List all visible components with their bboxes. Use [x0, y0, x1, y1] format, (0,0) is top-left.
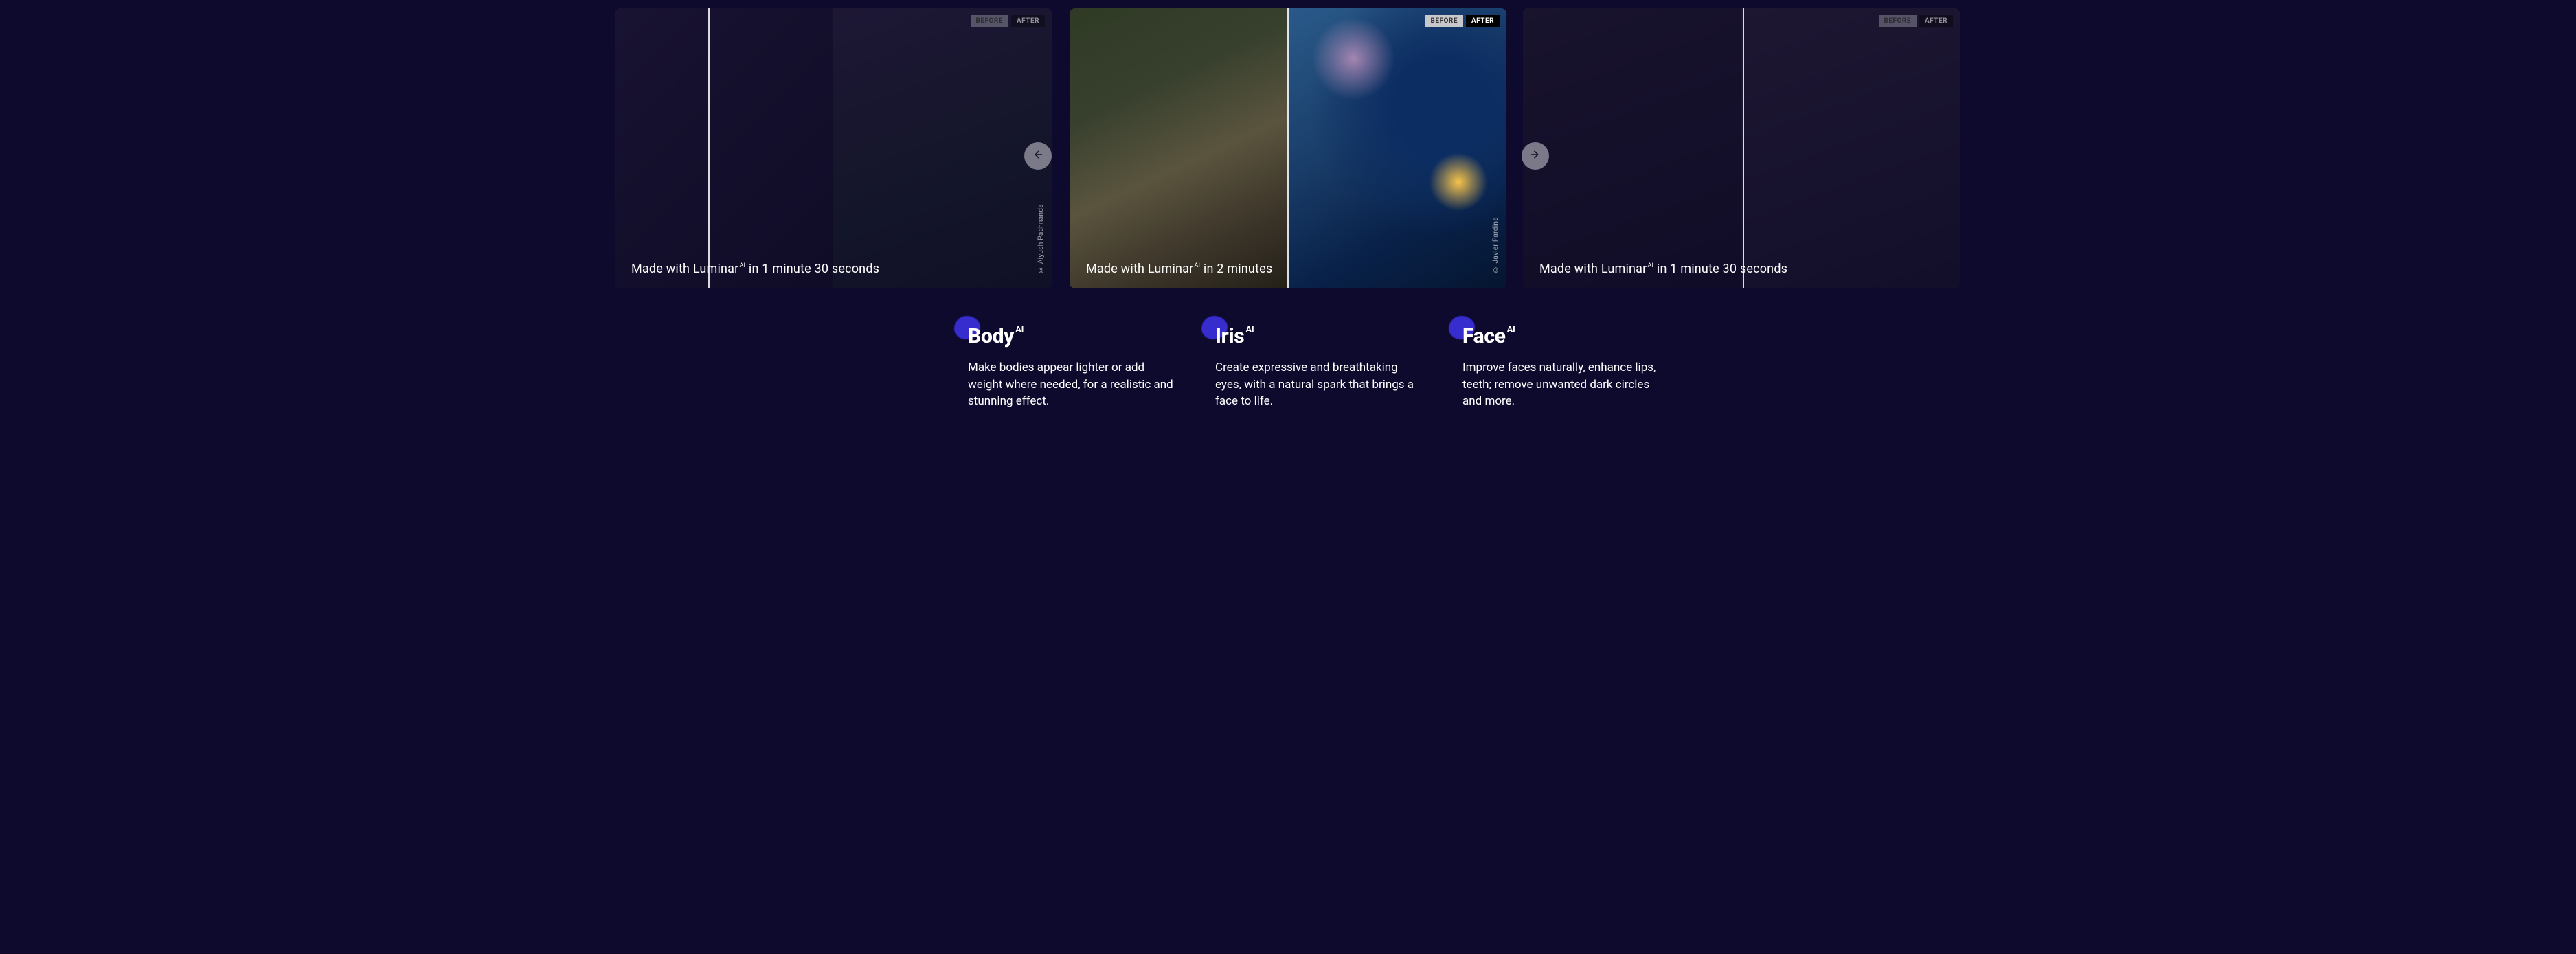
photo-credit: © Aiyush Pachnanda: [1037, 204, 1045, 273]
before-badge: BEFORE: [1425, 15, 1463, 27]
comparison-slider-handle[interactable]: [1743, 8, 1744, 288]
arrow-left-icon: [1032, 148, 1044, 163]
feature-description: Create expressive and breathtaking eyes,…: [1215, 359, 1421, 410]
feature-description: Improve faces naturally, enhance lips, t…: [1462, 359, 1669, 410]
carousel-card[interactable]: BEFORE AFTER Made with LuminarAI in 1 mi…: [615, 8, 1052, 288]
feature-body: BodyAI Make bodies appear lighter or add…: [968, 324, 1174, 410]
carousel-prev-button[interactable]: [1024, 142, 1052, 170]
card-caption: Made with LuminarAI in 2 minutes: [1086, 262, 1272, 276]
feature-title: FaceAI: [1462, 324, 1669, 348]
after-badge: AFTER: [1466, 15, 1500, 27]
features-row: BodyAI Make bodies appear lighter or add…: [745, 297, 1831, 438]
after-badge: AFTER: [1919, 15, 1953, 27]
carousel-card[interactable]: BEFORE AFTER Made with LuminarAI in 1 mi…: [1523, 8, 1960, 288]
before-badge: BEFORE: [1879, 15, 1917, 27]
feature-title: IrisAI: [1215, 324, 1421, 348]
feature-iris: IrisAI Create expressive and breathtakin…: [1215, 324, 1421, 410]
before-after-carousel: BEFORE AFTER Made with LuminarAI in 1 mi…: [745, 8, 1831, 297]
feature-face: FaceAI Improve faces naturally, enhance …: [1462, 324, 1669, 410]
feature-description: Make bodies appear lighter or add weight…: [968, 359, 1174, 410]
card-caption: Made with LuminarAI in 1 minute 30 secon…: [1539, 262, 1787, 276]
card-image: [1523, 8, 1960, 288]
before-badge: BEFORE: [971, 15, 1008, 27]
carousel-card-active[interactable]: BEFORE AFTER Made with LuminarAI in 2 mi…: [1070, 8, 1506, 288]
arrow-right-icon: [1529, 148, 1541, 163]
carousel-next-button[interactable]: [1522, 142, 1549, 170]
card-caption: Made with LuminarAI in 1 minute 30 secon…: [631, 262, 879, 276]
photo-credit: © Javier Pardina: [1492, 217, 1500, 273]
after-badge: AFTER: [1011, 15, 1045, 27]
feature-title: BodyAI: [968, 324, 1174, 348]
comparison-slider-handle[interactable]: [1287, 8, 1289, 288]
comparison-slider-handle[interactable]: [708, 8, 710, 288]
card-image: [615, 8, 1052, 288]
